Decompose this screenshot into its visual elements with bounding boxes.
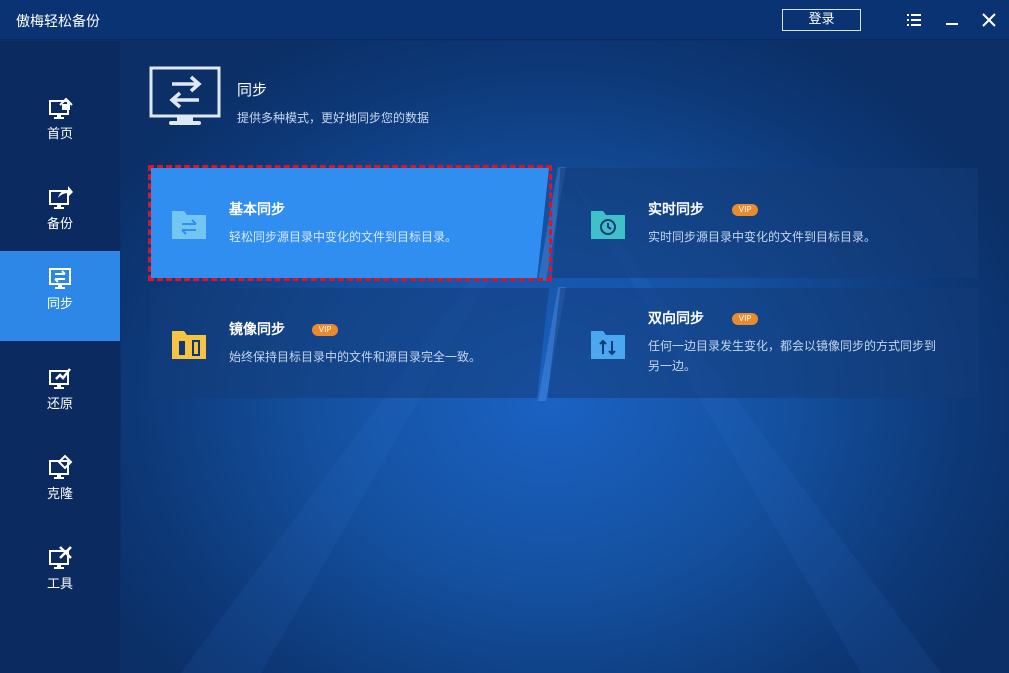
vip-badge: VIP	[732, 204, 758, 216]
card-title: 双向同步	[648, 311, 704, 327]
backup-icon	[49, 186, 73, 209]
sidebar-item-sync[interactable]: 同步	[0, 251, 120, 341]
card-title: 实时同步	[648, 202, 704, 218]
clone-icon	[49, 454, 73, 479]
selection-highlight	[148, 165, 552, 281]
two-way-sync-folder-icon	[591, 331, 625, 359]
sidebar-item-restore[interactable]: 还原	[0, 351, 120, 441]
card-title: 镜像同步	[229, 322, 285, 338]
menu-icon[interactable]	[904, 10, 924, 30]
mirror-sync-folder-icon	[172, 331, 206, 359]
login-button[interactable]: 登录	[782, 9, 861, 31]
minimize-icon[interactable]	[942, 10, 962, 30]
card-description: 实时同步源目录中变化的文件到目标目录。	[648, 230, 877, 244]
sidebar-item-label: 还原	[46, 397, 73, 412]
sidebar-item-label: 克隆	[46, 487, 73, 502]
sidebar-item-label: 首页	[46, 127, 73, 142]
realtime-sync-folder-icon	[591, 211, 625, 239]
tools-icon	[49, 546, 72, 569]
sidebar: 首页 备份 同步 还原 克隆 工具	[0, 41, 120, 673]
app-title: 傲梅轻松备份	[16, 14, 100, 30]
title-bar: 傲梅轻松备份 登录	[0, 0, 1009, 40]
two-way-sync-card[interactable]: 双向同步 VIP 任何一边目录发生变化，都会以镜像同步的方式同步到 另一边。	[547, 288, 978, 398]
card-description-line: 任何一边目录发生变化，都会以镜像同步的方式同步到	[648, 339, 937, 353]
sidebar-item-backup[interactable]: 备份	[0, 171, 120, 261]
sidebar-item-tools[interactable]: 工具	[0, 531, 120, 621]
vip-badge: VIP	[312, 324, 338, 336]
sidebar-item-label: 同步	[46, 297, 73, 312]
sidebar-item-label: 备份	[46, 217, 73, 232]
home-icon	[49, 97, 73, 119]
sync-icon	[49, 268, 71, 289]
sync-monitor-icon	[149, 66, 221, 125]
vip-badge: VIP	[732, 313, 758, 325]
sidebar-item-label: 工具	[46, 577, 73, 592]
restore-icon	[49, 368, 71, 389]
mirror-sync-card[interactable]: 镜像同步 VIP 始终保持目标目录中的文件和源目录完全一致。	[151, 288, 549, 398]
close-icon[interactable]	[979, 10, 999, 30]
card-description: 始终保持目标目录中的文件和源目录完全一致。	[229, 350, 482, 364]
main-panel: 同步 提供多种模式，更好地同步您的数据 基本同步 轻松同步源目录中变化的文件到目…	[121, 41, 1009, 673]
realtime-sync-card[interactable]: 实时同步 VIP 实时同步源目录中变化的文件到目标目录。	[552, 168, 978, 278]
sidebar-item-home[interactable]: 首页	[0, 81, 120, 171]
card-description-line: 另一边。	[648, 359, 697, 373]
page-title: 同步	[237, 81, 268, 99]
sidebar-item-clone[interactable]: 克隆	[0, 441, 120, 531]
page-subtitle: 提供多种模式，更好地同步您的数据	[237, 111, 430, 125]
